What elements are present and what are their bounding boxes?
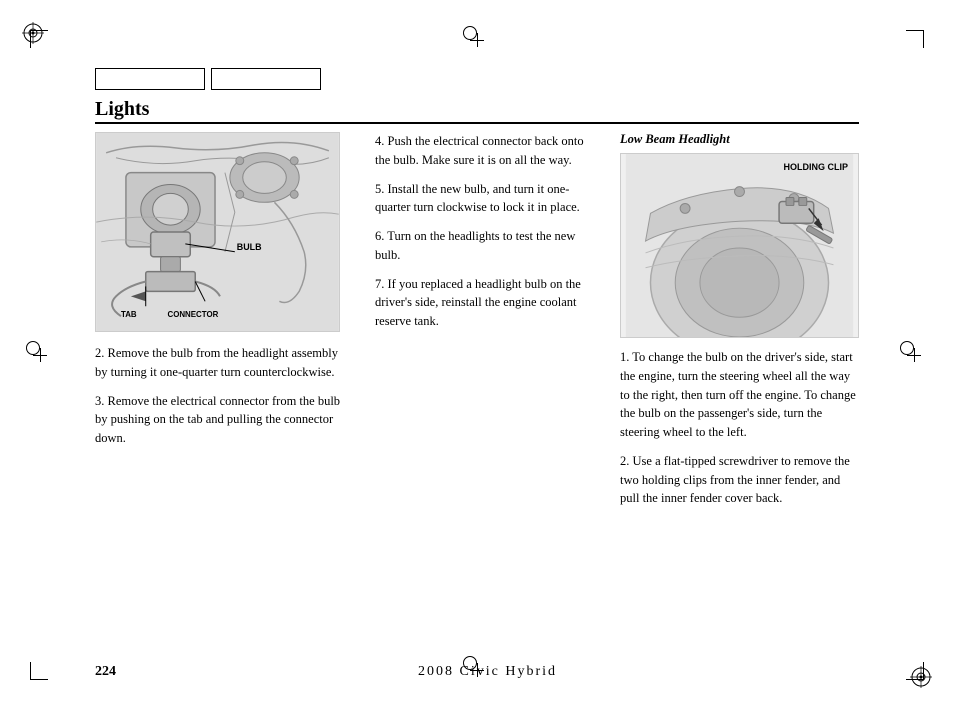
section-title: Lights: [95, 98, 149, 121]
step-1-right-text: To change the bulb on the driver's side,…: [620, 350, 856, 439]
tab-area: [95, 68, 321, 90]
headlight-section-title: Low Beam Headlight: [620, 132, 859, 147]
footer-center-text: 2008 Civic Hybrid: [418, 664, 557, 680]
step-7-mid: 7. If you replaced a headlight bulb on t…: [375, 275, 600, 331]
footer: 224 2008 Civic Hybrid: [95, 664, 859, 680]
step-5-mid: 5. Install the new bulb, and turn it one…: [375, 180, 600, 218]
step-3-number: 3.: [95, 394, 104, 408]
step-6-number: 6.: [375, 229, 384, 243]
tab-1[interactable]: [95, 68, 205, 90]
step-6-mid: 6. Turn on the headlights to test the ne…: [375, 227, 600, 265]
step-5-text: Install the new bulb, and turn it one-qu…: [375, 182, 580, 215]
step-2-right-text: Use a flat-tipped screwdriver to remove …: [620, 454, 850, 506]
svg-text:CONNECTOR: CONNECTOR: [168, 310, 219, 319]
right-column: Low Beam Headlight: [610, 132, 859, 645]
corner-mark-bl: [30, 662, 48, 680]
headlight-diagram: HOLDING CLIP: [620, 153, 859, 338]
step-2-right: 2. Use a flat-tipped screwdriver to remo…: [620, 452, 859, 508]
step-2-text: Remove the bulb from the headlight assem…: [95, 346, 338, 379]
step-3-left: 3. Remove the electrical connector from …: [95, 392, 353, 448]
headlight-section: Low Beam Headlight: [620, 132, 859, 338]
tab-2[interactable]: [211, 68, 321, 90]
mid-column: 4. Push the electrical connector back on…: [365, 132, 610, 645]
step-1-right-number: 1.: [620, 350, 629, 364]
step-5-number: 5.: [375, 182, 384, 196]
page-number: 224: [95, 664, 116, 680]
step-7-text: If you replaced a headlight bulb on the …: [375, 277, 581, 329]
content-area: BULB TAB CONNECTOR 2. Remove the bulb fr…: [95, 132, 859, 645]
spiral-mark-tl: [22, 22, 44, 44]
title-underline: [95, 122, 859, 124]
corner-mark-tr: [906, 30, 924, 48]
step-7-number: 7.: [375, 277, 384, 291]
bulb-diagram: BULB TAB CONNECTOR: [95, 132, 340, 332]
step-4-mid: 4. Push the electrical connector back on…: [375, 132, 600, 170]
reg-mark-top: [470, 33, 484, 47]
step-4-text: Push the electrical connector back onto …: [375, 134, 584, 167]
step-2-number: 2.: [95, 346, 104, 360]
step-3-text: Remove the electrical connector from the…: [95, 394, 340, 446]
step-1-right: 1. To change the bulb on the driver's si…: [620, 348, 859, 442]
reg-mark-right: [907, 348, 921, 362]
svg-text:TAB: TAB: [121, 310, 137, 319]
holding-clip-label: HOLDING CLIP: [784, 162, 849, 172]
step-2-left: 2. Remove the bulb from the headlight as…: [95, 344, 353, 382]
step-6-text: Turn on the headlights to test the new b…: [375, 229, 575, 262]
step-4-number: 4.: [375, 134, 384, 148]
left-column: BULB TAB CONNECTOR 2. Remove the bulb fr…: [95, 132, 365, 645]
reg-mark-left: [33, 348, 47, 362]
spiral-mark-br: [910, 666, 932, 688]
svg-text:BULB: BULB: [237, 242, 262, 252]
step-2-right-number: 2.: [620, 454, 629, 468]
